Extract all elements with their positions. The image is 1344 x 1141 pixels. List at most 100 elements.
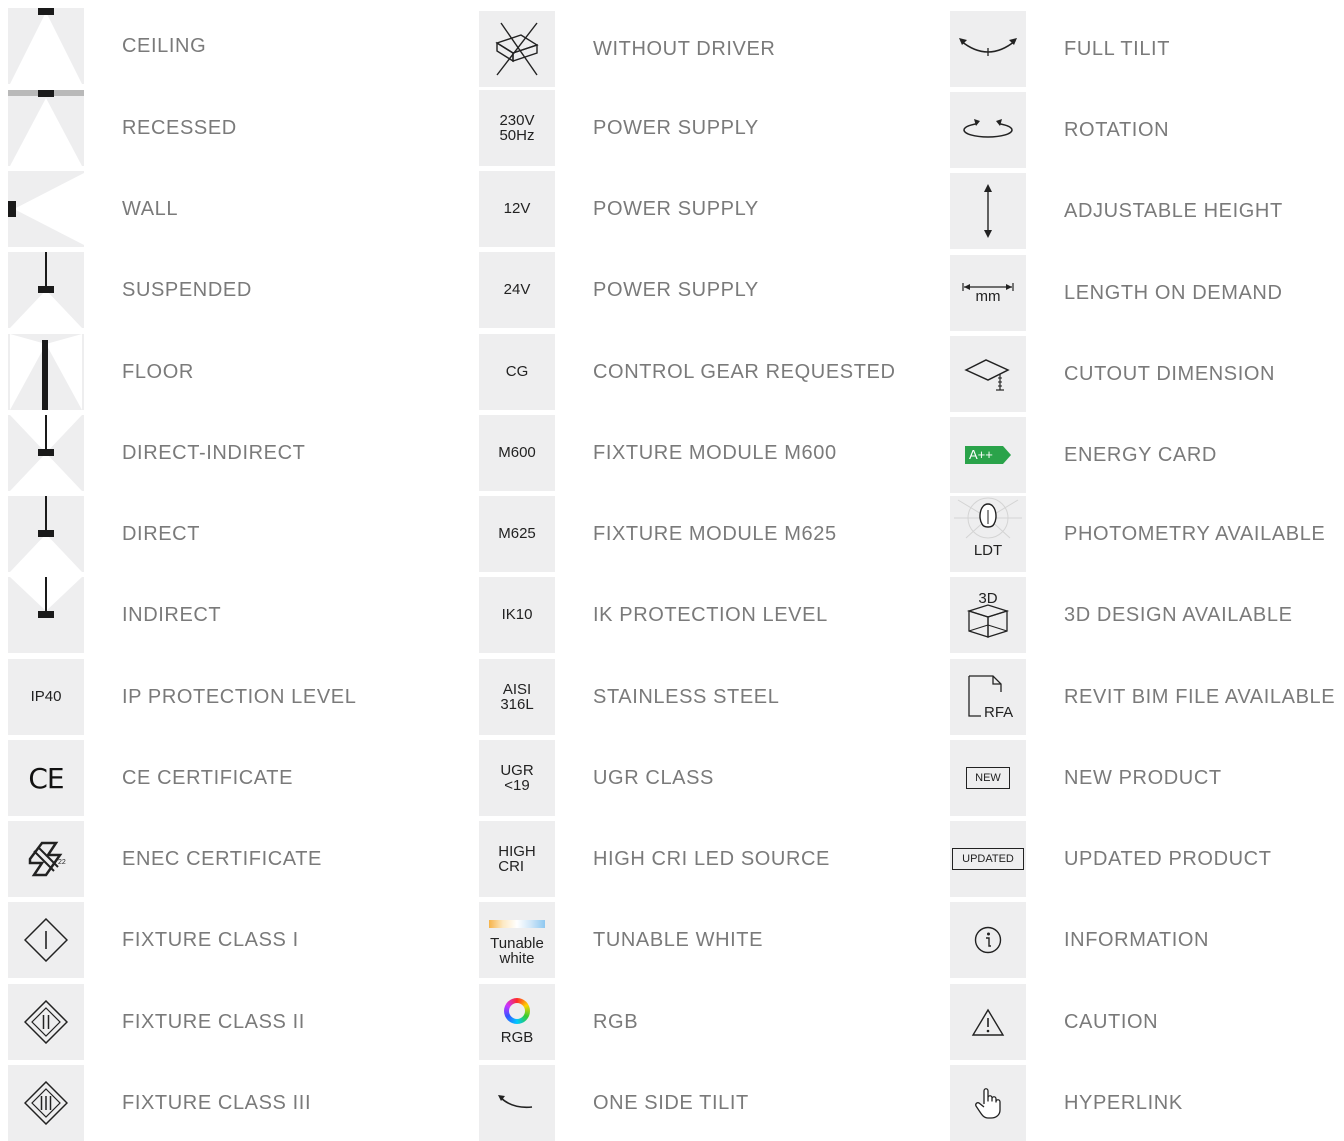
- legend-item-enec: 22 ENEC CERTIFICATE: [8, 821, 438, 897]
- m600-icon: M600: [479, 415, 555, 491]
- legend-item-class-one: FIXTURE CLASS I: [8, 902, 438, 978]
- information-icon: [950, 902, 1026, 978]
- revit-bim-icon: RFA: [950, 659, 1026, 735]
- floor-icon: [8, 334, 84, 410]
- legend-item-direct-indirect: DIRECT-INDIRECT: [8, 415, 438, 491]
- legend-item-rotation: ROTATION: [950, 92, 1344, 168]
- suspended-icon: [8, 252, 84, 328]
- legend-label: ADJUSTABLE HEIGHT: [1064, 199, 1283, 222]
- power-12v-icon: 12V: [479, 171, 555, 247]
- legend-label: ENEC CERTIFICATE: [122, 847, 322, 870]
- legend-item-wall: WALL: [8, 171, 438, 247]
- direct-indirect-icon: [8, 415, 84, 491]
- legend-label: FIXTURE CLASS II: [122, 1010, 305, 1033]
- without-driver-icon: [479, 11, 555, 87]
- updated-badge: UPDATED: [952, 848, 1024, 870]
- rotation-icon: [950, 92, 1026, 168]
- wall-icon: [8, 171, 84, 247]
- legend-item-caution: CAUTION: [950, 984, 1344, 1060]
- legend-label: FIXTURE MODULE M600: [593, 441, 837, 464]
- legend-item-one-side-tilt: ONE SIDE TILIT: [479, 1065, 909, 1141]
- legend-label: PHOTOMETRY AVAILABLE: [1064, 522, 1326, 545]
- legend-item-stainless-steel: AISI 316L STAINLESS STEEL: [479, 659, 909, 735]
- adjustable-height-icon: [950, 173, 1026, 249]
- direct-icon: [8, 496, 84, 572]
- legend-label: RECESSED: [122, 116, 237, 139]
- legend-label: ENERGY CARD: [1064, 443, 1217, 466]
- class-two-icon: [8, 984, 84, 1060]
- one-side-tilt-icon: [479, 1065, 555, 1141]
- legend-item-recessed: RECESSED: [8, 90, 438, 166]
- legend-item-energy-card: A++ ENERGY CARD: [950, 417, 1344, 493]
- legend-item-adjustable-height: ADJUSTABLE HEIGHT: [950, 173, 1344, 249]
- legend-label: NEW PRODUCT: [1064, 766, 1222, 789]
- ugr-icon: UGR <19: [479, 740, 555, 816]
- legend-label: LENGTH ON DEMAND: [1064, 281, 1283, 304]
- cg-icon: CG: [479, 334, 555, 410]
- color-wheel-icon: [504, 998, 530, 1024]
- legend-item-revit-bim: RFA REVIT BIM FILE AVAILABLE: [950, 659, 1344, 735]
- legend-item-floor: FLOOR: [8, 334, 438, 410]
- high-cri-icon: HIGH CRI: [479, 821, 555, 897]
- legend-label: FIXTURE CLASS I: [122, 928, 299, 951]
- legend-label: POWER SUPPLY: [593, 197, 759, 220]
- legend-column-1: CEILING RECESSED WALL SUSPENDED FLOOR DI…: [8, 0, 438, 1141]
- legend-item-ce: CE CE CERTIFICATE: [8, 740, 438, 816]
- legend-item-power-24v: 24V POWER SUPPLY: [479, 252, 909, 328]
- legend-item-suspended: SUSPENDED: [8, 252, 438, 328]
- energy-card-icon: A++: [950, 417, 1026, 493]
- legend-item-rgb: RGB RGB: [479, 984, 909, 1060]
- caution-icon: [950, 984, 1026, 1060]
- legend-label: INFORMATION: [1064, 928, 1210, 951]
- legend-label: CUTOUT DIMENSION: [1064, 362, 1276, 385]
- legend-item-class-two: FIXTURE CLASS II: [8, 984, 438, 1060]
- legend-column-2: WITHOUT DRIVER 230V 50Hz POWER SUPPLY 12V…: [479, 0, 909, 1141]
- legend-label: IK PROTECTION LEVEL: [593, 603, 828, 626]
- legend-column-3: FULL TILIT ROTATION ADJUSTABLE HEIGHT mm…: [950, 0, 1344, 1141]
- tunable-white-icon: Tunable white: [479, 902, 555, 978]
- photometry-icon: LDT: [950, 496, 1026, 572]
- legend-item-cutout-dimension: CUTOUT DIMENSION: [950, 336, 1344, 412]
- legend-item-3d-design: 3D 3D DESIGN AVAILABLE: [950, 577, 1344, 653]
- legend-item-ceiling: CEILING: [8, 8, 438, 84]
- aisi-icon: AISI 316L: [479, 659, 555, 735]
- legend-label: IP PROTECTION LEVEL: [122, 685, 357, 708]
- legend-item-full-tilt: FULL TILIT: [950, 11, 1344, 87]
- legend-label: 3D DESIGN AVAILABLE: [1064, 603, 1293, 626]
- power-230v-icon: 230V 50Hz: [479, 90, 555, 166]
- legend-item-class-three: FIXTURE CLASS III: [8, 1065, 438, 1141]
- legend-item-without-driver: WITHOUT DRIVER: [479, 11, 909, 87]
- legend-label: HIGH CRI LED SOURCE: [593, 847, 830, 870]
- legend-item-power-230v: 230V 50Hz POWER SUPPLY: [479, 90, 909, 166]
- legend-item-ugr: UGR <19 UGR CLASS: [479, 740, 909, 816]
- legend-label: DIRECT: [122, 522, 201, 545]
- legend-label: FLOOR: [122, 360, 194, 383]
- legend-label: STAINLESS STEEL: [593, 685, 780, 708]
- ip40-icon: IP40: [8, 659, 84, 735]
- legend-label: FULL TILIT: [1064, 37, 1171, 60]
- full-tilt-icon: [950, 11, 1026, 87]
- legend-label: UGR CLASS: [593, 766, 714, 789]
- legend-label: WALL: [122, 197, 179, 220]
- legend-label: POWER SUPPLY: [593, 116, 759, 139]
- m625-icon: M625: [479, 496, 555, 572]
- legend-label: CE CERTIFICATE: [122, 766, 294, 789]
- legend-item-m600: M600 FIXTURE MODULE M600: [479, 415, 909, 491]
- legend-label: ONE SIDE TILIT: [593, 1091, 749, 1114]
- cutout-dimension-icon: [950, 336, 1026, 412]
- legend-label: WITHOUT DRIVER: [593, 37, 776, 60]
- legend-item-control-gear: CG CONTROL GEAR REQUESTED: [479, 334, 909, 410]
- legend-label: POWER SUPPLY: [593, 278, 759, 301]
- legend-label: REVIT BIM FILE AVAILABLE: [1064, 685, 1336, 708]
- new-product-icon: NEW: [950, 740, 1026, 816]
- ce-icon: CE: [8, 740, 84, 816]
- length-on-demand-icon: mm: [950, 255, 1026, 331]
- legend-item-ik-protection: IK10 IK PROTECTION LEVEL: [479, 577, 909, 653]
- legend-item-length-on-demand: mm LENGTH ON DEMAND: [950, 255, 1344, 331]
- energy-label-badge: A++: [965, 446, 1011, 464]
- 3d-design-icon: 3D: [950, 577, 1026, 653]
- legend-label: SUSPENDED: [122, 278, 252, 301]
- legend-item-high-cri: HIGH CRI HIGH CRI LED SOURCE: [479, 821, 909, 897]
- legend-item-photometry: LDT PHOTOMETRY AVAILABLE: [950, 496, 1344, 572]
- updated-product-icon: UPDATED: [950, 821, 1026, 897]
